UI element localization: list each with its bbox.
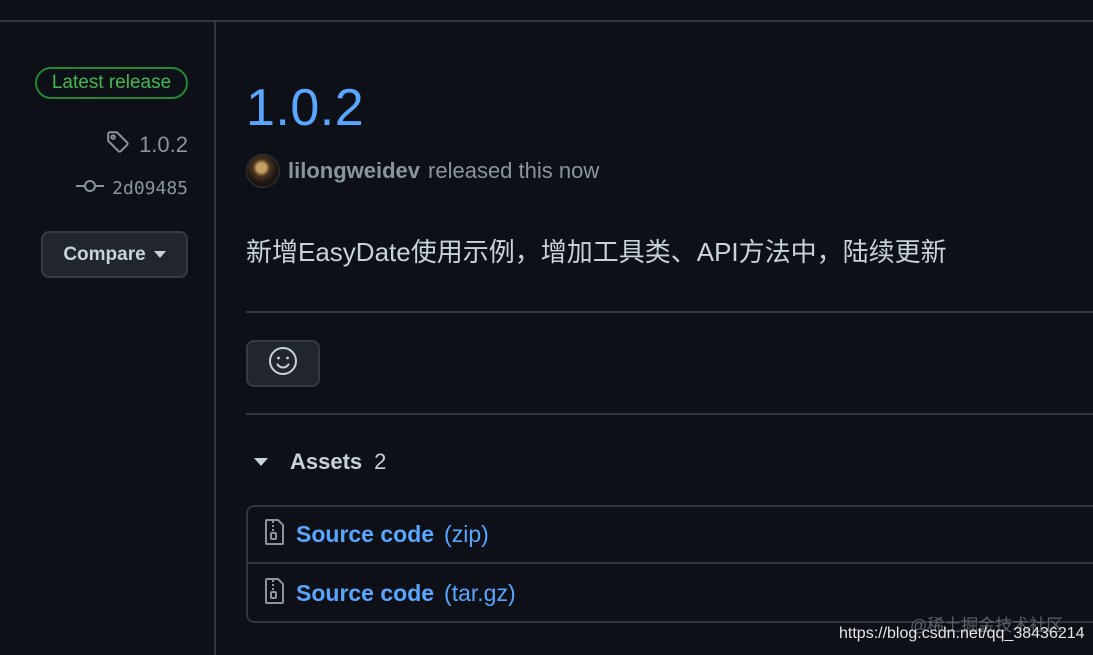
release-meta: lilongweidev released this now bbox=[246, 153, 599, 189]
commit-link[interactable]: 2d09485 bbox=[76, 175, 188, 201]
compare-button[interactable]: Compare bbox=[41, 231, 188, 278]
smiley-icon bbox=[267, 345, 299, 382]
tag-link[interactable]: 1.0.2 bbox=[105, 130, 188, 160]
caret-down-icon bbox=[153, 251, 166, 258]
author-link[interactable]: lilongweidev bbox=[288, 158, 420, 184]
release-notes: 新增EasyDate使用示例，增加工具类、API方法中，陆续更新 bbox=[246, 237, 947, 267]
release-page: Latest release 1.0.2 2d09485 Compare 1.0… bbox=[0, 0, 1093, 655]
watermark-url: https://blog.csdn.net/qq_38436214 bbox=[839, 625, 1085, 642]
triangle-down-icon bbox=[254, 458, 268, 466]
asset-name: Source code bbox=[296, 521, 435, 547]
add-reaction-button[interactable] bbox=[246, 340, 320, 387]
assets-label: Assets bbox=[290, 449, 363, 474]
sidebar-divider bbox=[214, 22, 216, 655]
section-divider bbox=[246, 311, 1093, 313]
asset-format: (tar.gz) bbox=[444, 580, 516, 606]
asset-format: (zip) bbox=[444, 521, 489, 547]
assets-list: Source code (zip) Source code (tar.gz) bbox=[246, 505, 1093, 623]
file-zip-icon bbox=[264, 518, 286, 552]
avatar[interactable] bbox=[246, 154, 280, 188]
latest-release-badge: Latest release bbox=[35, 67, 188, 99]
tag-label: 1.0.2 bbox=[139, 132, 188, 157]
commit-icon bbox=[76, 178, 105, 199]
commit-sha: 2d09485 bbox=[112, 177, 188, 199]
file-zip-icon bbox=[264, 577, 286, 611]
top-divider bbox=[0, 20, 1093, 22]
tag-icon bbox=[105, 129, 131, 161]
released-text: released this now bbox=[428, 158, 600, 183]
section-divider bbox=[246, 413, 1093, 415]
asset-name: Source code bbox=[296, 580, 435, 606]
release-title[interactable]: 1.0.2 bbox=[246, 78, 364, 138]
assets-count: 2 bbox=[374, 449, 387, 474]
asset-item[interactable]: Source code (zip) bbox=[248, 507, 1093, 564]
compare-label: Compare bbox=[63, 243, 146, 265]
assets-toggle[interactable]: Assets 2 bbox=[252, 446, 386, 478]
